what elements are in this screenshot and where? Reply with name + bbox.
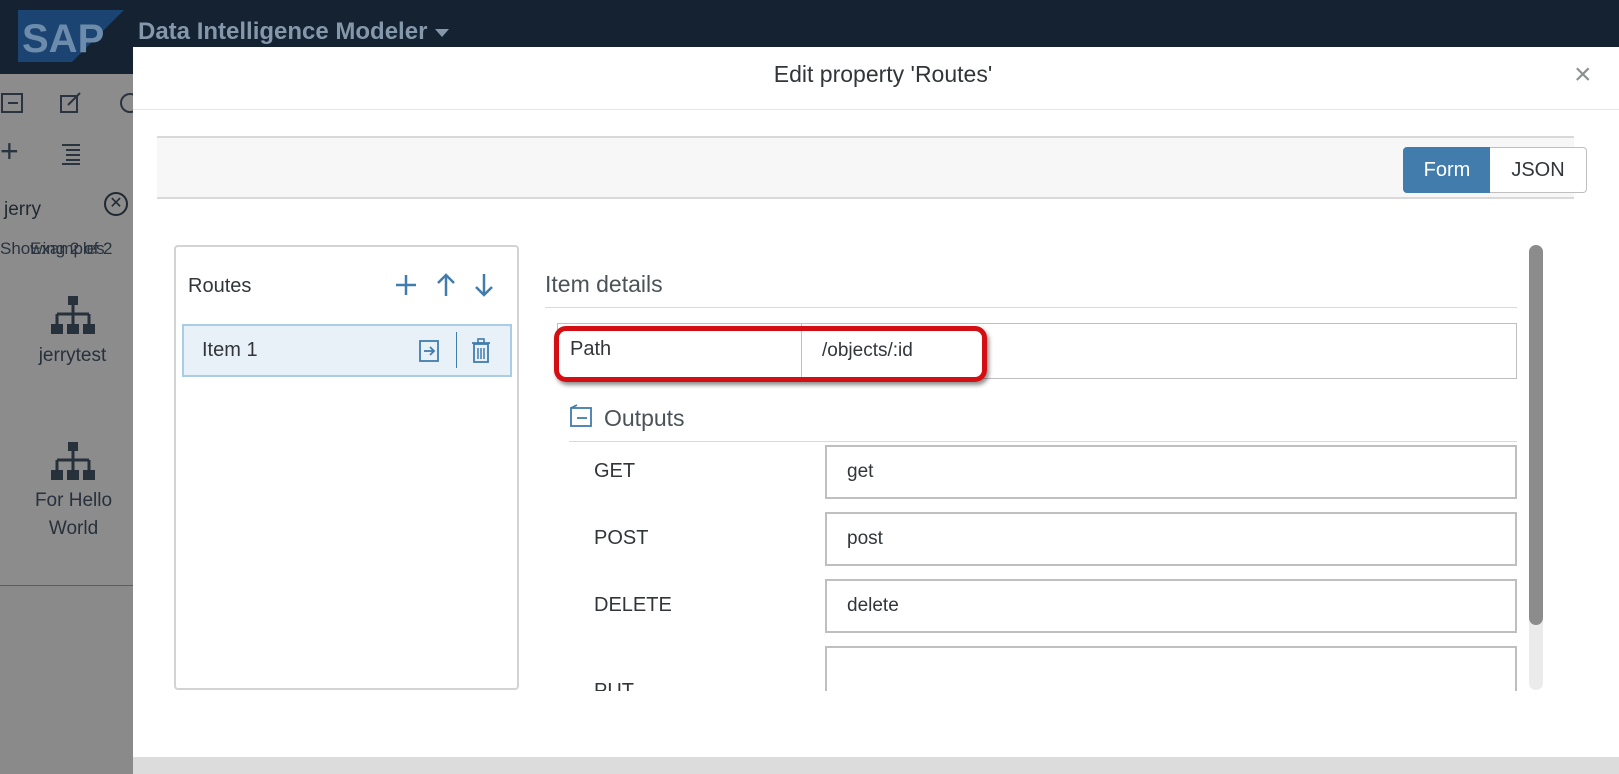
tile-hello-world[interactable]: For Hello World — [6, 487, 141, 543]
output-input-delete[interactable]: delete — [825, 579, 1517, 633]
view-toolbar: Form JSON — [157, 136, 1587, 199]
output-label-put: PUT — [594, 680, 634, 691]
json-view-button[interactable]: JSON — [1490, 147, 1587, 193]
svg-text:SAP: SAP — [22, 17, 104, 61]
routes-list-panel: Routes Item 1 — [174, 245, 519, 690]
output-input-get[interactable]: get — [825, 445, 1517, 499]
copy-icon[interactable] — [414, 336, 444, 366]
delete-icon[interactable] — [466, 336, 496, 366]
edit-property-dialog: Edit property 'Routes' × Form JSON Route… — [133, 47, 1619, 774]
graph-icon — [51, 442, 95, 480]
app-title[interactable]: Data Intelligence Modeler — [138, 18, 450, 46]
divider — [545, 307, 1517, 308]
app-title-text: Data Intelligence Modeler — [138, 18, 428, 45]
clear-filter-icon[interactable]: ✕ — [104, 192, 128, 216]
collapse-section-icon[interactable] — [569, 404, 593, 428]
output-label-delete: DELETE — [594, 594, 672, 616]
output-label-get: GET — [594, 460, 636, 482]
add-item-icon[interactable] — [394, 273, 418, 297]
output-label-post: POST — [594, 527, 649, 549]
dialog-title: Edit property 'Routes' — [773, 61, 993, 87]
annotation-highlight — [554, 326, 987, 382]
list-item[interactable]: Item 1 — [182, 324, 512, 377]
close-icon[interactable]: × — [1574, 60, 1592, 90]
scrollbar[interactable] — [1529, 245, 1543, 690]
list-item-label: Item 1 — [202, 339, 258, 361]
dialog-footer — [133, 757, 1619, 774]
collapse-icon[interactable] — [0, 90, 26, 116]
section-title: Examples — [30, 239, 105, 258]
sap-logo: SAP — [18, 10, 124, 62]
item-details-title: Item details — [545, 271, 663, 297]
divider — [456, 332, 457, 368]
form-view-button[interactable]: Form — [1403, 147, 1491, 193]
outputs-section-title[interactable]: Outputs — [604, 405, 685, 432]
routes-list-title: Routes — [188, 275, 252, 297]
refresh-icon[interactable] — [116, 90, 133, 116]
add-icon[interactable]: + — [0, 135, 19, 167]
scrollbar-thumb[interactable] — [1529, 245, 1543, 625]
divider — [133, 109, 1619, 110]
move-down-icon[interactable] — [474, 272, 494, 298]
graph-icon — [51, 296, 95, 334]
list-icon[interactable] — [60, 142, 82, 166]
output-input-put[interactable] — [825, 646, 1517, 691]
filter-input[interactable]: jerry — [4, 199, 41, 221]
chevron-down-icon[interactable] — [435, 28, 450, 37]
move-up-icon[interactable] — [436, 272, 456, 298]
tile-jerrytest[interactable]: jerrytest — [6, 342, 139, 370]
edit-icon[interactable] — [58, 90, 84, 116]
side-panel: + jerry ✕ Showing 2 of 2 Examples jerryt… — [0, 74, 133, 586]
output-input-post[interactable]: post — [825, 512, 1517, 566]
divider — [569, 441, 1517, 442]
